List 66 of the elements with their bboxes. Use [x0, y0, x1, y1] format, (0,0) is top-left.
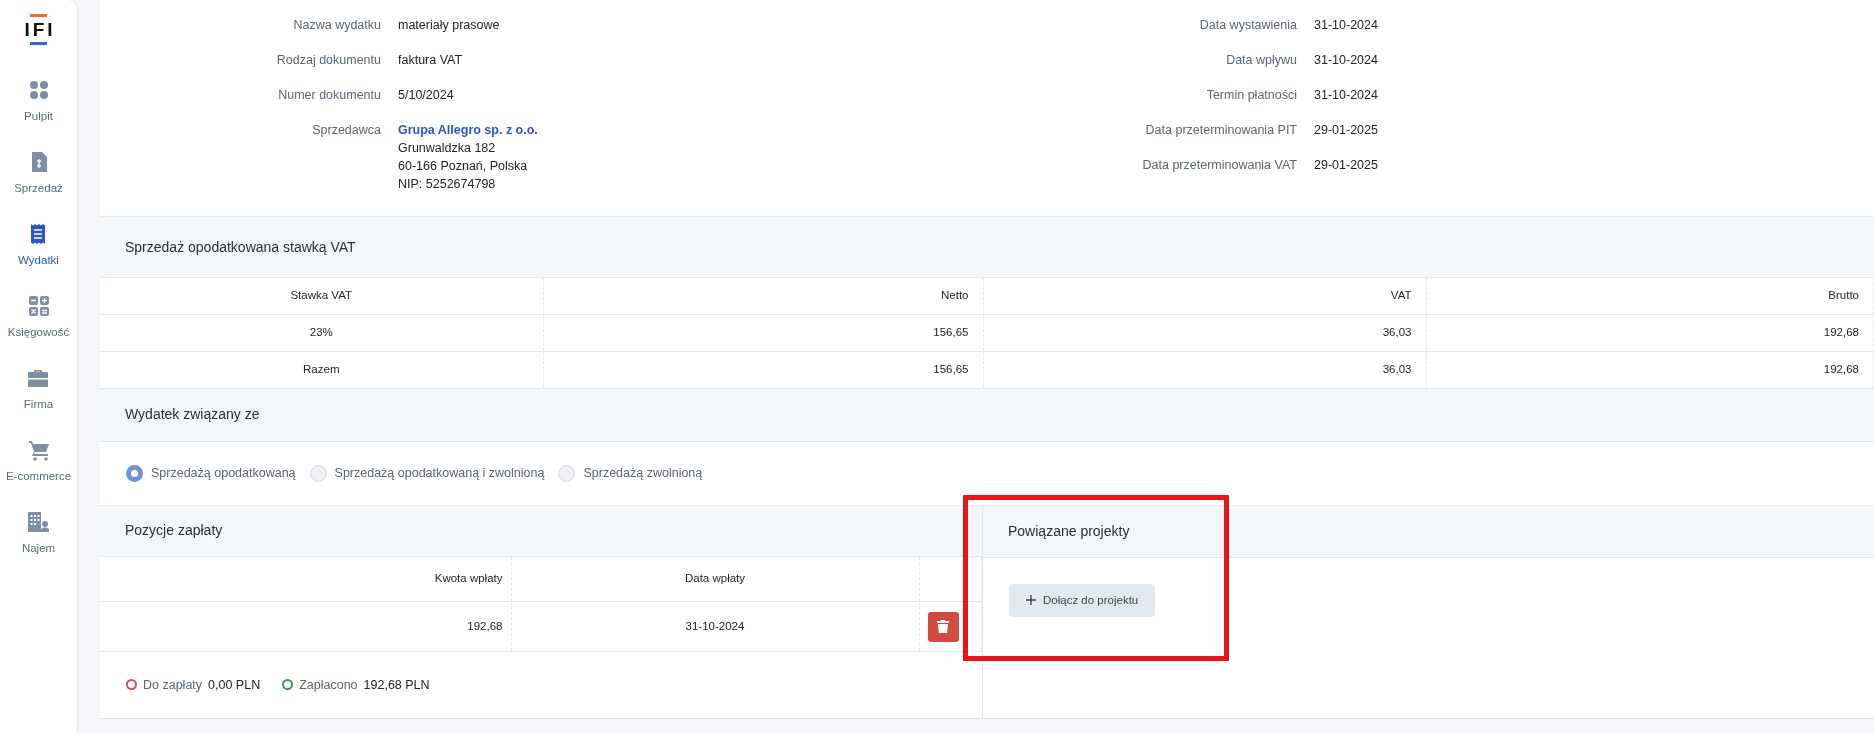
sidebar-item[interactable]: Pulpit: [24, 79, 53, 151]
building-person-icon: [27, 511, 50, 533]
trash-icon: [937, 620, 949, 634]
column-header: Kwota wpłaty: [100, 556, 511, 602]
join-project-button[interactable]: Dołącz do projektu: [1009, 583, 1156, 617]
table-cell: 192,68: [1426, 314, 1874, 351]
sidebar-item[interactable]: Firma: [23, 367, 54, 439]
sidebar-item[interactable]: Księgowość: [7, 295, 70, 367]
field-label: Termin płatności: [1205, 87, 1297, 104]
field-value: Grunwaldzka 182: [398, 141, 496, 155]
table-cell: 192,68: [100, 601, 511, 652]
section-title: Powiązane projekty: [983, 505, 1874, 558]
plus-icon: [1026, 595, 1036, 606]
field-value: 31-10-2024: [1314, 18, 1378, 32]
summary-label: Zapłacono: [299, 676, 358, 694]
field-value: materiały prasowe: [398, 18, 500, 32]
sidebar-item[interactable]: Sprzedaż: [14, 151, 63, 223]
section-title: Pozycje zapłaty: [100, 505, 982, 557]
sidebar-item[interactable]: Najem: [21, 511, 56, 583]
field-label: Nazwa wydatku: [292, 17, 381, 34]
table-cell: 192,68: [1426, 351, 1874, 388]
table-cell: 156,65: [543, 351, 983, 388]
field-value: 5/10/2024: [398, 88, 454, 102]
calculator-icon: [27, 295, 50, 317]
logo-bar: [30, 42, 47, 45]
logo-bar: [30, 14, 47, 17]
table-cell: 36,03: [983, 351, 1426, 388]
field-label: Numer dokumentu: [277, 87, 381, 104]
column-header: Stawka VAT: [100, 278, 543, 314]
column-header: Brutto: [1426, 278, 1874, 314]
field-label: Data przeterminowania PIT: [1144, 122, 1297, 139]
field-label: Data wystawienia: [1198, 17, 1297, 34]
radio-label[interactable]: Sprzedażą opodatkowaną: [151, 463, 296, 483]
summary-value: 192,68 PLN: [363, 676, 430, 694]
field-value: 29-01-2025: [1314, 123, 1378, 137]
delete-button[interactable]: [927, 611, 959, 642]
cart-icon: [27, 439, 50, 461]
summary-value: 0,00 PLN: [208, 676, 261, 694]
column-header: Netto: [543, 278, 983, 314]
field-label: Rodzaj dokumentu: [275, 52, 381, 69]
field-label: Sprzedawca: [311, 122, 381, 139]
field-value: NIP: 5252674798: [398, 177, 496, 191]
summary-label: Do zapłaty: [143, 676, 203, 694]
field-value: 29-01-2025: [1314, 158, 1378, 172]
radio-button[interactable]: [126, 464, 143, 482]
column-header: VAT: [983, 278, 1426, 314]
briefcase-icon: [27, 367, 50, 389]
table-cell: 31-10-2024: [511, 601, 919, 652]
field-value: 31-10-2024: [1314, 53, 1378, 67]
field-label: Data przeterminowania VAT: [1141, 157, 1297, 174]
radio-label[interactable]: Sprzedażą zwolnioną: [583, 463, 703, 483]
table-cell: Razem: [100, 351, 543, 388]
sidebar-item[interactable]: E-commerce: [5, 439, 72, 511]
seller-link[interactable]: Grupa Allegro sp. z o.o.: [398, 123, 538, 137]
field-value: 31-10-2024: [1314, 88, 1378, 102]
table-cell: 36,03: [983, 314, 1426, 351]
sidebar-item[interactable]: Wydatki: [18, 223, 59, 295]
grid-icon: [27, 79, 50, 101]
radio-label[interactable]: Sprzedażą opodatkowaną i zwolnioną: [334, 463, 545, 483]
column-header: Data wpłaty: [511, 556, 919, 602]
field-label: Data wpływu: [1225, 52, 1297, 69]
field-value: 60-166 Poznań, Polska: [398, 159, 528, 173]
logo: IFI: [23, 20, 56, 39]
table-cell: 156,65: [543, 314, 983, 351]
field-value: faktura VAT: [398, 53, 463, 67]
table-cell: 23%: [100, 314, 543, 351]
